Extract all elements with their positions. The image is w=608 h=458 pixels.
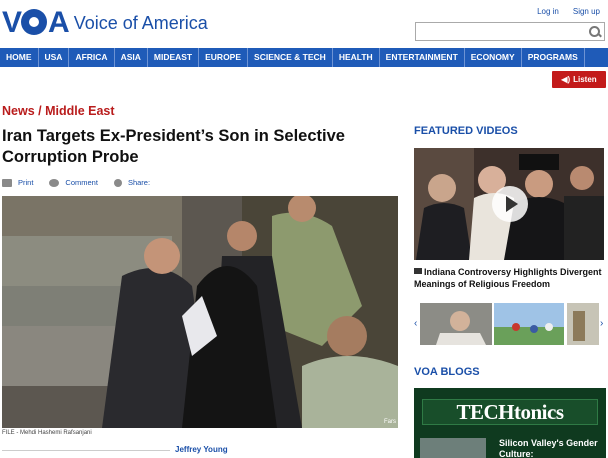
article-photo-illustration: Fars [2, 196, 398, 428]
search-input[interactable] [415, 22, 605, 41]
carousel-prev-icon[interactable]: ‹ [414, 318, 417, 329]
account-links: Log in Sign up [537, 7, 600, 16]
nav-programs[interactable]: PROGRAMS [522, 48, 585, 67]
main-nav: HOME USA AFRICA ASIA MIDEAST EUROPE SCIE… [0, 48, 608, 67]
video-title: Indiana Controversy Highlights Divergent… [414, 267, 602, 289]
nav-science-tech[interactable]: SCIENCE & TECH [248, 48, 333, 67]
nav-asia[interactable]: ASIA [115, 48, 148, 67]
blog-promo[interactable]: TECHtonics Silicon Valley's Gender Cultu… [414, 388, 606, 458]
carousel-thumb[interactable] [494, 303, 564, 345]
signup-link[interactable]: Sign up [573, 7, 600, 16]
voa-logo[interactable]: VA Voice of America [2, 8, 208, 38]
byline-divider [2, 450, 170, 451]
nav-europe[interactable]: EUROPE [199, 48, 249, 67]
blog-title: TECHtonics [422, 399, 598, 425]
byline[interactable]: Jeffrey Young [175, 445, 228, 454]
article-tools: Print Comment Share: [2, 178, 150, 187]
photo-watermark: Fars [384, 419, 396, 425]
video-camera-icon [414, 268, 422, 274]
video-carousel: ‹ › [414, 300, 606, 348]
login-link[interactable]: Log in [537, 7, 559, 16]
search-icon[interactable] [588, 25, 602, 38]
listen-label: Listen [573, 75, 597, 84]
nav-usa[interactable]: USA [39, 48, 70, 67]
carousel-next-icon[interactable]: › [600, 318, 603, 329]
article-photo: Fars [2, 196, 398, 428]
speaker-icon: ◀) [561, 75, 571, 84]
nav-entertainment[interactable]: ENTERTAINMENT [380, 48, 465, 67]
share-label: Share: [127, 178, 151, 187]
nav-health[interactable]: HEALTH [333, 48, 380, 67]
logo-text: Voice of America [73, 12, 208, 33]
logo-mark: VA [2, 6, 70, 39]
featured-videos-heading[interactable]: FEATURED VIDEOS [414, 125, 518, 137]
featured-video[interactable] [414, 148, 604, 260]
nav-economy[interactable]: ECONOMY [465, 48, 522, 67]
play-icon[interactable] [492, 186, 528, 222]
nav-africa[interactable]: AFRICA [69, 48, 115, 67]
share-icon [113, 178, 122, 187]
voa-blogs-heading[interactable]: VOA BLOGS [414, 366, 480, 378]
print-link[interactable]: Print [18, 178, 33, 187]
comment-icon [49, 178, 60, 187]
blog-teaser[interactable]: Silicon Valley's Gender Culture: [499, 438, 604, 458]
blog-thumbnail [420, 438, 486, 458]
section-breadcrumb[interactable]: News / Middle East [2, 104, 115, 118]
carousel-thumb[interactable] [567, 303, 599, 345]
photo-caption: FILE - Mehdi Hashemi Rafsanjani [2, 430, 92, 436]
listen-button[interactable]: ◀) Listen [552, 71, 606, 88]
article-headline: Iran Targets Ex-President’s Son in Selec… [2, 127, 345, 166]
print-icon [2, 178, 12, 187]
nav-home[interactable]: HOME [0, 48, 39, 67]
nav-mideast[interactable]: MIDEAST [148, 48, 200, 67]
comment-link[interactable]: Comment [65, 178, 98, 187]
video-title-link[interactable]: Indiana Controversy Highlights Divergent… [414, 266, 606, 290]
carousel-thumb[interactable] [420, 303, 492, 345]
